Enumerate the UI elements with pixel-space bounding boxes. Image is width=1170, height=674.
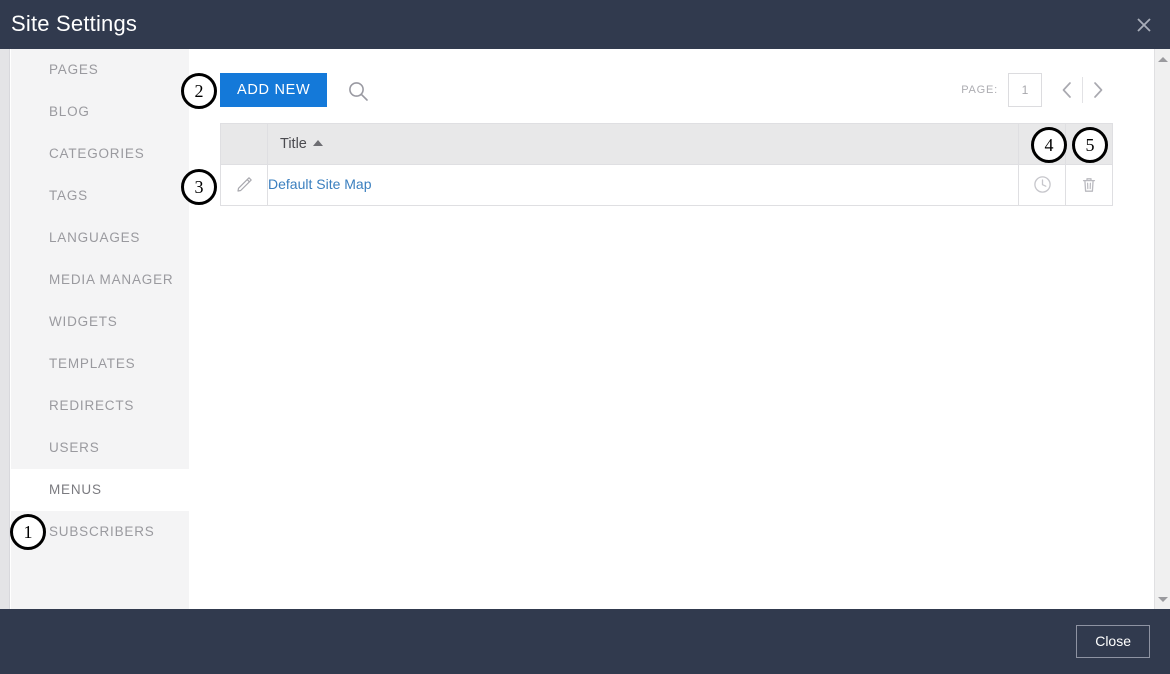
trash-icon[interactable] — [1076, 172, 1102, 198]
dialog-footer: Close — [0, 609, 1170, 674]
sidebar-item-widgets[interactable]: WIDGETS — [11, 301, 189, 343]
pencil-icon[interactable] — [231, 172, 257, 198]
dialog-title: Site Settings — [11, 11, 138, 36]
scroll-up-arrow-icon[interactable] — [1155, 51, 1170, 67]
callout-3: 3 — [181, 169, 217, 205]
scroll-down-arrow-icon[interactable] — [1155, 591, 1170, 607]
pagination-nav — [1052, 75, 1113, 105]
sidebar-item-pages[interactable]: PAGES — [11, 49, 189, 91]
sidebar-item-menus[interactable]: MENUS — [11, 469, 189, 511]
sidebar-item-users[interactable]: USERS — [11, 427, 189, 469]
table-header-row: Title — [220, 123, 1113, 165]
sidebar-item-templates[interactable]: TEMPLATES — [11, 343, 189, 385]
page-input[interactable] — [1008, 73, 1042, 107]
sidebar-item-languages[interactable]: LANGUAGES — [11, 217, 189, 259]
chevron-left-icon[interactable] — [1052, 75, 1082, 105]
pagination: PAGE: — [961, 73, 1113, 107]
callout-4: 4 — [1031, 127, 1067, 163]
site-settings-dialog: Site Settings PAGES BLOG CATEGORIES TAGS… — [0, 0, 1170, 674]
chevron-right-icon[interactable] — [1083, 75, 1113, 105]
close-button[interactable]: Close — [1076, 625, 1150, 658]
sidebar-item-categories[interactable]: CATEGORIES — [11, 133, 189, 175]
row-title-link[interactable]: Default Site Map — [268, 176, 372, 192]
row-history-cell — [1018, 164, 1066, 206]
menus-panel: ADD NEW PAGE: 1 Title Default Site Map — [189, 49, 1137, 609]
search-icon[interactable] — [344, 77, 372, 105]
add-new-button[interactable]: ADD NEW — [220, 73, 328, 107]
left-gutter — [0, 49, 10, 609]
sidebar-item-blog[interactable]: BLOG — [11, 91, 189, 133]
content-scrollbar[interactable] — [1154, 49, 1170, 609]
callout-5: 5 — [1072, 127, 1108, 163]
dialog-body: PAGES BLOG CATEGORIES TAGS LANGUAGES MED… — [0, 49, 1170, 609]
sidebar-item-media-manager[interactable]: MEDIA MANAGER — [11, 259, 189, 301]
dialog-titlebar: Site Settings — [0, 0, 1170, 49]
callout-2: 2 — [181, 73, 217, 109]
sidebar-item-redirects[interactable]: REDIRECTS — [11, 385, 189, 427]
column-header-title-label: Title — [280, 136, 307, 152]
sort-ascending-icon — [312, 140, 323, 147]
row-title-cell: Default Site Map — [267, 164, 1019, 206]
row-edit-cell — [220, 164, 268, 206]
callout-1: 1 — [10, 514, 46, 550]
column-header-edit — [220, 123, 268, 165]
close-x-icon[interactable] — [1128, 9, 1160, 41]
clock-icon[interactable] — [1029, 171, 1055, 197]
menus-table: Title Default Site Map — [220, 123, 1113, 206]
sidebar-item-tags[interactable]: TAGS — [11, 175, 189, 217]
table-row: Default Site Map — [220, 164, 1113, 206]
page-label: PAGE: — [961, 84, 998, 96]
column-header-title[interactable]: Title — [267, 123, 1019, 165]
list-toolbar: ADD NEW PAGE: — [189, 49, 1137, 123]
row-delete-cell — [1065, 164, 1113, 206]
